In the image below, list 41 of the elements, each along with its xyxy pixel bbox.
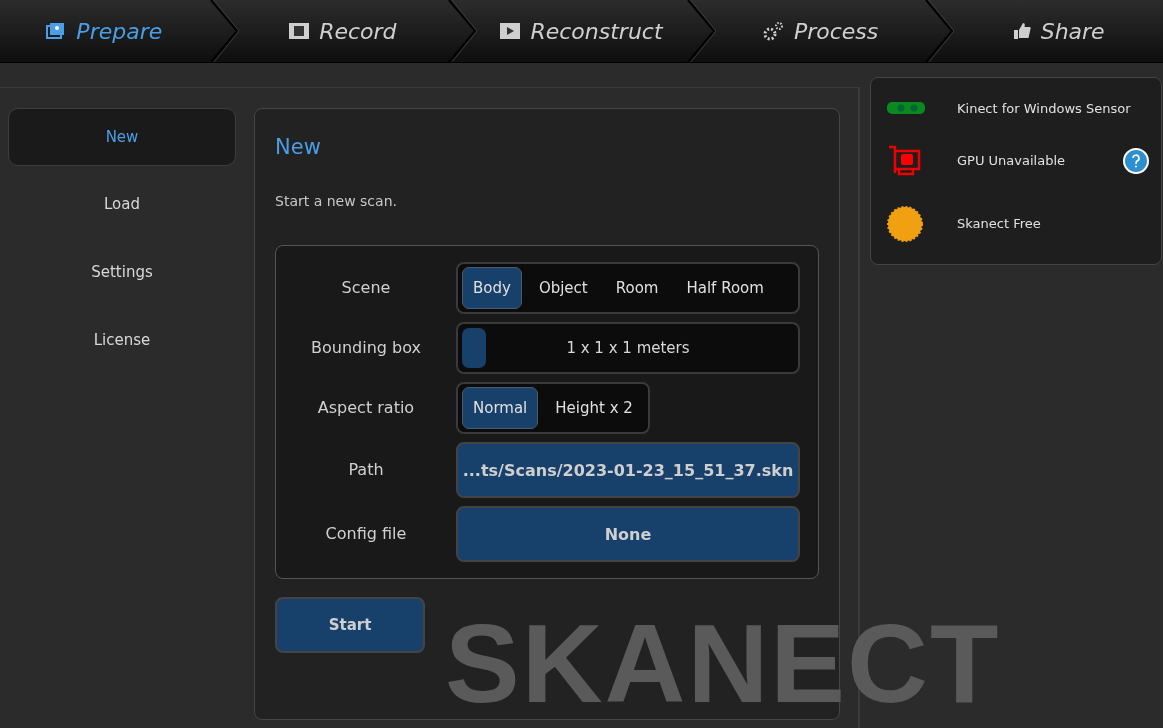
workflow-tab[interactable]: Share	[954, 0, 1163, 62]
segment-option[interactable]: Half Room	[675, 267, 775, 309]
segment-option[interactable]: Object	[527, 267, 599, 309]
help-icon[interactable]	[1123, 147, 1149, 174]
slider-reading: 1 x 1 x 1 meters	[566, 339, 690, 357]
value-button[interactable]: ...ts/Scans/2023-01-23_15_51_37.skn	[456, 442, 800, 498]
workflow-tab[interactable]: Reconstruct	[477, 0, 686, 62]
start-button[interactable]: Start	[275, 597, 425, 653]
sidebar-item[interactable]: New	[8, 108, 236, 166]
status-label: Kinect for Windows Sensor	[957, 100, 1132, 116]
sidebar-item[interactable]: Settings	[8, 242, 236, 302]
panel-title: New	[275, 135, 322, 159]
field-label: Scene	[340, 277, 392, 299]
film-play-icon	[500, 23, 521, 39]
field-label: Path	[347, 459, 385, 481]
workflow-tab[interactable]: Prepare	[0, 0, 209, 62]
segment-option[interactable]: Body	[462, 267, 522, 309]
panel-description: Start a new scan.	[275, 193, 398, 209]
photos-icon	[46, 22, 67, 40]
background-logo: SKANECT	[445, 608, 1001, 720]
field-label: Aspect ratio	[316, 397, 416, 419]
thumbs-up-icon	[1012, 22, 1031, 40]
gears-icon	[761, 21, 784, 41]
segment-option[interactable]: Normal	[462, 387, 539, 429]
segment-option[interactable]: Height x 2	[544, 387, 644, 429]
seal-icon	[887, 205, 923, 242]
sensor-icon	[887, 102, 925, 114]
segment-option[interactable]: Room	[604, 267, 670, 309]
status-label: GPU Unavailable	[957, 153, 1066, 168]
value-button[interactable]: None	[456, 506, 800, 562]
graphics-card-icon	[887, 144, 923, 177]
sidebar-item[interactable]: Load	[8, 174, 236, 234]
film-icon	[289, 23, 310, 39]
field-label: Bounding box	[310, 337, 422, 359]
workflow-tab[interactable]: Record	[238, 0, 448, 62]
slider-track[interactable]: 1 x 1 x 1 meters	[456, 322, 800, 374]
workflow-tab[interactable]: Process	[715, 0, 925, 62]
field-label: Config file	[324, 523, 408, 545]
slider-thumb[interactable]	[462, 328, 486, 368]
status-label: Skanect Free	[957, 216, 1042, 231]
sidebar-item[interactable]: License	[8, 310, 236, 370]
